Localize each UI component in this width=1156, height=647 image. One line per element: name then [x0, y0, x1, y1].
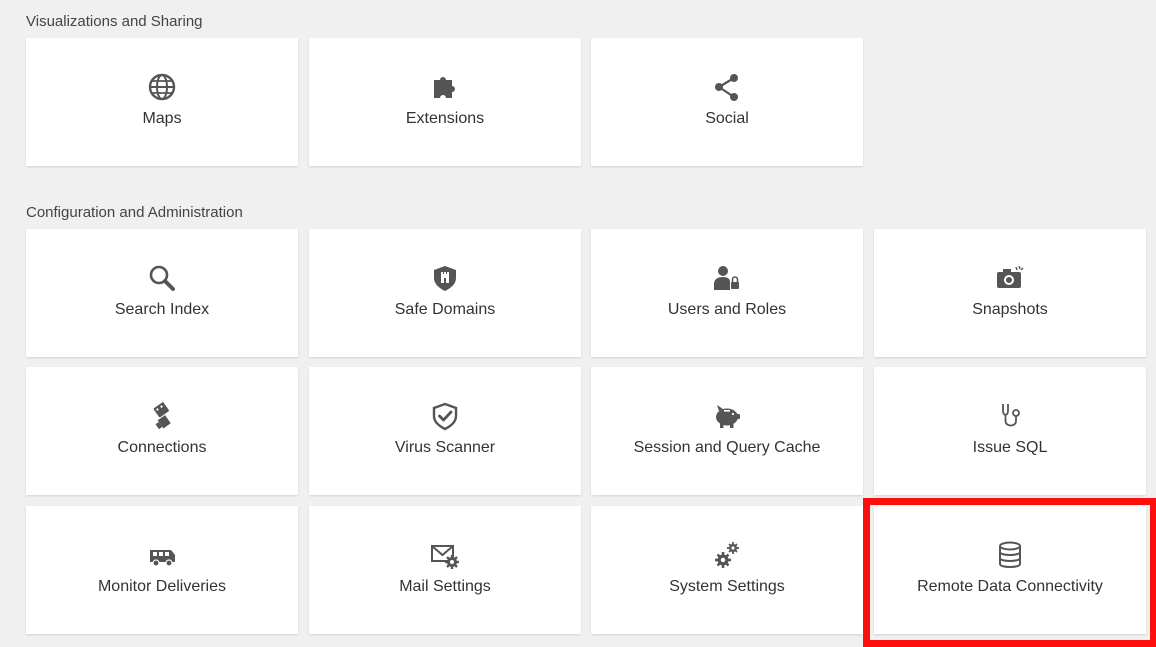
tile-search-index[interactable]: Search Index	[26, 229, 298, 357]
tile-label: Monitor Deliveries	[97, 578, 227, 595]
search-icon	[147, 263, 177, 293]
tile-label: Virus Scanner	[394, 439, 496, 456]
tile-users-and-roles[interactable]: Users and Roles	[591, 229, 863, 357]
tile-label: Issue SQL	[972, 439, 1048, 456]
tile-label: Users and Roles	[667, 301, 787, 318]
mail-gear-icon	[430, 540, 460, 570]
tile-label: Connections	[117, 439, 207, 456]
section-title-configuration: Configuration and Administration	[26, 204, 243, 221]
globe-icon	[147, 72, 177, 102]
tile-label: Search Index	[114, 301, 210, 318]
plug-icon	[147, 401, 177, 431]
camera-icon	[995, 263, 1025, 293]
tile-label: Social	[705, 110, 749, 127]
puzzle-icon	[430, 72, 460, 102]
tile-session-query-cache[interactable]: Session and Query Cache	[591, 367, 863, 495]
tile-monitor-deliveries[interactable]: Monitor Deliveries	[26, 506, 298, 634]
tile-maps[interactable]: Maps	[26, 38, 298, 166]
gears-icon	[712, 540, 742, 570]
tile-social[interactable]: Social	[591, 38, 863, 166]
database-icon	[995, 540, 1025, 570]
user-lock-icon	[712, 263, 742, 293]
castle-shield-icon	[430, 263, 460, 293]
tile-snapshots[interactable]: Snapshots	[874, 229, 1146, 357]
tile-label: Safe Domains	[394, 301, 496, 318]
tile-system-settings[interactable]: System Settings	[591, 506, 863, 634]
section-title-visualizations: Visualizations and Sharing	[26, 13, 203, 30]
tile-remote-data-connectivity[interactable]: Remote Data Connectivity	[874, 506, 1146, 634]
tile-label: Session and Query Cache	[633, 439, 821, 456]
stethoscope-icon	[995, 401, 1025, 431]
truck-icon	[147, 540, 177, 570]
tile-extensions[interactable]: Extensions	[309, 38, 581, 166]
tile-label: Mail Settings	[399, 578, 491, 595]
piggy-bank-icon	[712, 401, 742, 431]
tile-label: System Settings	[669, 578, 785, 595]
share-icon	[712, 72, 742, 102]
tile-label: Snapshots	[972, 301, 1048, 318]
tile-label: Remote Data Connectivity	[917, 578, 1103, 595]
tile-label: Extensions	[405, 110, 485, 127]
tile-virus-scanner[interactable]: Virus Scanner	[309, 367, 581, 495]
tile-issue-sql[interactable]: Issue SQL	[874, 367, 1146, 495]
shield-check-icon	[430, 401, 460, 431]
tile-connections[interactable]: Connections	[26, 367, 298, 495]
tile-mail-settings[interactable]: Mail Settings	[309, 506, 581, 634]
tile-safe-domains[interactable]: Safe Domains	[309, 229, 581, 357]
tile-label: Maps	[142, 110, 182, 127]
